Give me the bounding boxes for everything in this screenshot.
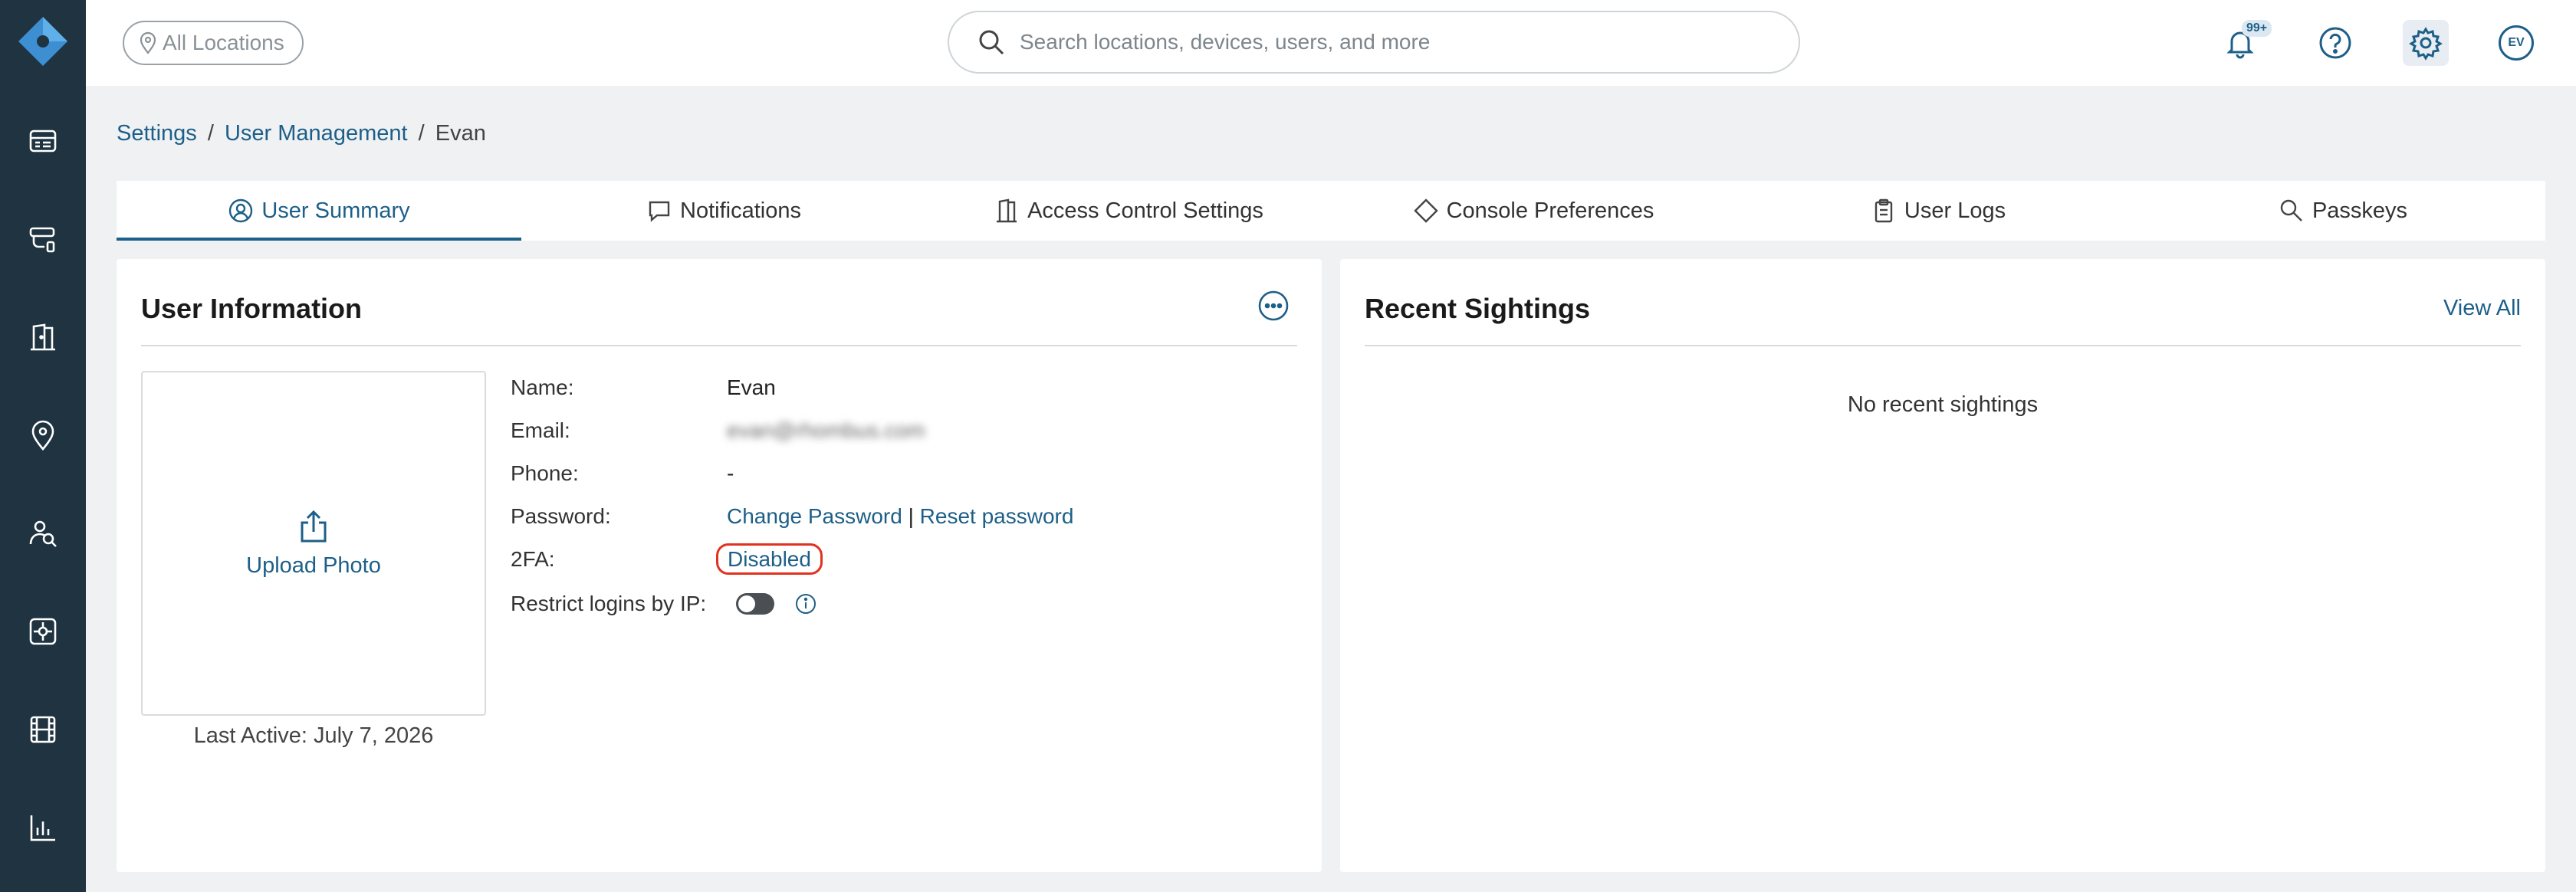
user-information-card: User Information Upload Photo Last Activ…: [117, 259, 1322, 872]
tab-label: User Logs: [1904, 198, 2006, 223]
user-information-title: User Information: [141, 293, 363, 324]
help-button[interactable]: [2312, 20, 2358, 66]
rhombus-logo-icon[interactable]: [17, 15, 69, 67]
reset-password-link[interactable]: Reset password: [920, 504, 1074, 528]
video-film-icon[interactable]: [23, 710, 63, 749]
info-icon[interactable]: [794, 592, 817, 615]
empty-state-text: No recent sightings: [1847, 392, 2039, 417]
email-value: evan@rhombus.com: [727, 418, 925, 442]
door-icon: [997, 198, 1017, 223]
user-tabs: User Summary Notifications Access Contro…: [117, 181, 2545, 241]
password-label: Password:: [511, 504, 611, 528]
phone-value: -: [727, 461, 734, 485]
twofa-label: 2FA:: [511, 547, 555, 571]
upload-icon: [301, 510, 327, 542]
divider: [141, 345, 1297, 346]
clipboard-icon: [1875, 198, 1893, 223]
restrict-ip-label: Restrict logins by IP:: [511, 592, 707, 615]
breadcrumb-separator: /: [207, 121, 214, 146]
last-active-text: Last Active: July 7, 2026: [193, 723, 434, 748]
people-search-icon[interactable]: [23, 513, 63, 553]
integrations-icon[interactable]: [23, 612, 63, 651]
settings-button[interactable]: [2403, 20, 2449, 66]
avatar: EV: [2499, 25, 2534, 61]
view-all-link[interactable]: View All: [2443, 296, 2521, 321]
phone-label: Phone:: [511, 461, 579, 485]
location-pin-icon[interactable]: [23, 415, 63, 455]
tab-label: User Summary: [261, 198, 410, 223]
tab-label: Notifications: [680, 198, 801, 223]
user-avatar-button[interactable]: EV: [2493, 20, 2539, 66]
location-filter-button[interactable]: All Locations: [123, 21, 304, 65]
password-actions: Change Password | Reset password: [727, 501, 1073, 532]
door-icon[interactable]: [23, 317, 63, 357]
divider: [1365, 345, 2521, 346]
global-search[interactable]: [948, 11, 1800, 74]
analytics-chart-icon[interactable]: [23, 808, 63, 848]
help-icon: [2319, 27, 2351, 59]
password-separator: |: [908, 504, 914, 528]
tab-console-preferences[interactable]: Console Preferences: [1331, 181, 1736, 241]
tab-passkeys[interactable]: Passkeys: [2141, 181, 2545, 241]
email-label: Email:: [511, 418, 570, 442]
notifications-button[interactable]: 99+: [2217, 20, 2272, 66]
tab-access-control-settings[interactable]: Access Control Settings: [926, 181, 1331, 241]
tab-label: Console Preferences: [1446, 198, 1654, 223]
location-filter-label: All Locations: [163, 31, 284, 54]
breadcrumb: Settings / User Management / Evan: [117, 121, 486, 146]
twofa-status-link[interactable]: Disabled: [716, 543, 823, 575]
devices-icon[interactable]: [23, 219, 63, 259]
breadcrumb-current: Evan: [435, 121, 486, 146]
search-input[interactable]: [1020, 30, 1710, 54]
dashboard-icon[interactable]: [23, 121, 63, 161]
sidebar: [0, 0, 86, 892]
recent-sightings-card: Recent Sightings View All No recent sigh…: [1340, 259, 2545, 872]
tab-label: Passkeys: [2312, 198, 2408, 223]
more-options-icon[interactable]: [1257, 290, 1290, 322]
breadcrumb-separator: /: [418, 121, 425, 146]
tab-user-summary[interactable]: User Summary: [117, 181, 521, 241]
key-search-icon: [2280, 199, 2302, 221]
restrict-ip-toggle[interactable]: [736, 593, 774, 615]
location-pin-icon: [140, 31, 156, 54]
chat-bubble-icon: [649, 201, 670, 222]
change-password-link[interactable]: Change Password: [727, 504, 902, 528]
tab-user-logs[interactable]: User Logs: [1736, 181, 2141, 241]
notification-badge: 99+: [2242, 20, 2272, 37]
search-icon: [979, 30, 1004, 55]
diamond-icon: [1413, 198, 1438, 223]
breadcrumb-user-management[interactable]: User Management: [225, 121, 408, 146]
top-bar: All Locations 99+ EV: [86, 0, 2576, 86]
upload-photo-button[interactable]: Upload Photo: [141, 371, 486, 716]
breadcrumb-settings[interactable]: Settings: [117, 121, 197, 146]
tab-label: Access Control Settings: [1027, 198, 1263, 223]
name-label: Name:: [511, 375, 574, 399]
twofa-value-wrap: Disabled: [716, 543, 833, 575]
gear-icon: [2409, 27, 2443, 61]
user-circle-icon: [229, 198, 253, 223]
recent-sightings-title: Recent Sightings: [1365, 293, 1591, 324]
tab-notifications[interactable]: Notifications: [521, 181, 926, 241]
name-value: Evan: [727, 375, 776, 399]
upload-photo-label: Upload Photo: [246, 553, 381, 578]
